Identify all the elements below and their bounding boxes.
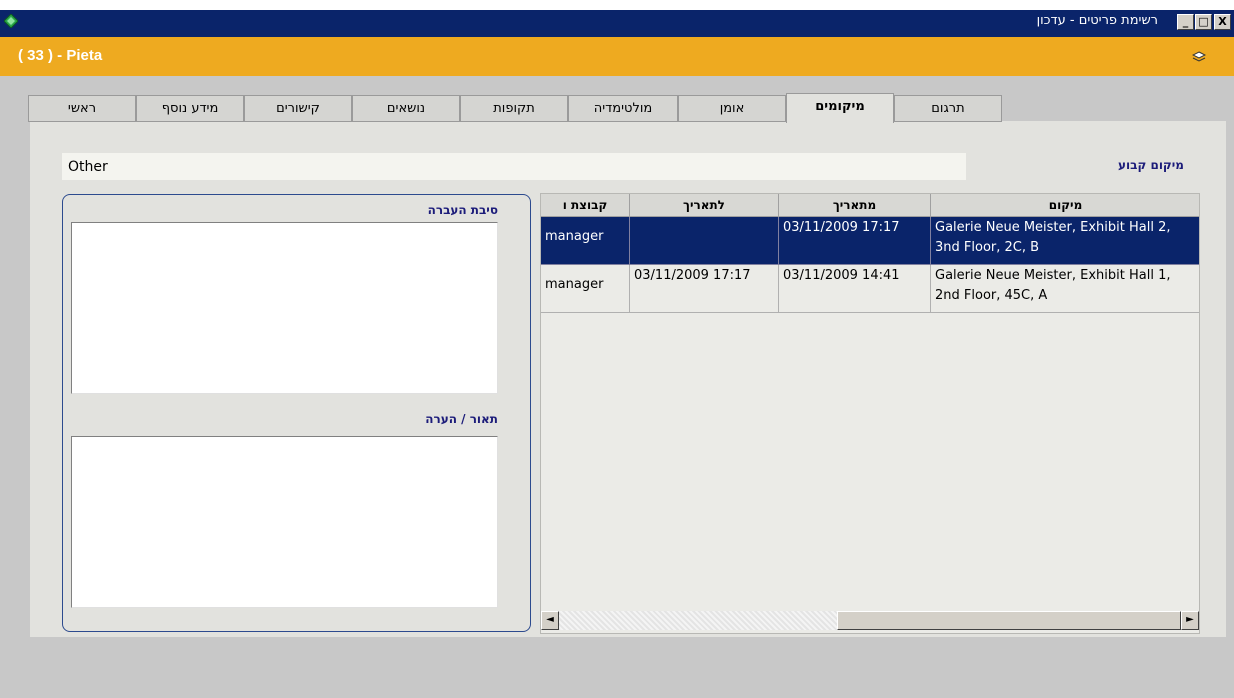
transfer-reason-label: סיבת העברה (427, 203, 498, 217)
table-row[interactable]: Galerie Neue Meister, Exhibit Hall 2, 3n… (541, 217, 1199, 265)
window-title: רשימת פריטים - עדכון (1036, 13, 1158, 28)
tab-links[interactable]: קישורים (244, 95, 352, 122)
cell-from-date: 03/11/2009 17:17 (779, 217, 931, 265)
tab-multimedia[interactable]: מולטימדיה (568, 95, 678, 122)
description-label: תאור / הערה (425, 412, 498, 426)
tab-locations[interactable]: מיקומים (786, 93, 894, 123)
cell-to-date: 03/11/2009 17:17 (630, 265, 779, 313)
tab-periods[interactable]: תקופות (460, 95, 568, 122)
column-header-location[interactable]: מיקום (931, 194, 1199, 217)
record-header: ( 33 ) - Pieta (0, 37, 1234, 76)
app-diamond-icon (4, 14, 18, 28)
cell-to-date (630, 217, 779, 265)
column-header-from-date[interactable]: מתאריך (779, 194, 931, 217)
layers-icon[interactable] (1192, 51, 1206, 63)
column-header-group[interactable]: קבוצת ו (541, 194, 630, 217)
scrollbar-thumb[interactable] (837, 611, 1181, 630)
tab-subjects[interactable]: נושאים (352, 95, 460, 122)
fixed-location-field[interactable] (62, 153, 966, 180)
tab-strip: ראשי מידע נוסף קישורים נושאים תקופות מול… (0, 83, 1234, 123)
tab-translation[interactable]: תרגום (894, 95, 1002, 122)
scroll-left-button[interactable]: ◄ (541, 611, 559, 630)
record-title: ( 33 ) - Pieta (18, 47, 103, 64)
application-window: רשימת פריטים - עדכון _ □ X ( 33 ) - Piet… (0, 10, 1234, 698)
table-row[interactable]: Galerie Neue Meister, Exhibit Hall 1, 2n… (541, 265, 1199, 313)
maximize-button[interactable]: □ (1195, 14, 1212, 30)
cell-group: manager (541, 265, 630, 313)
horizontal-scrollbar[interactable]: ◄ ► (541, 611, 1199, 630)
transfer-reason-textarea[interactable] (71, 222, 498, 394)
locations-grid: מיקום מתאריך לתאריך קבוצת ו Galerie Neue… (540, 193, 1200, 634)
cell-location: Galerie Neue Meister, Exhibit Hall 2, 3n… (931, 217, 1199, 265)
close-button[interactable]: X (1214, 14, 1231, 30)
minimize-button[interactable]: _ (1177, 14, 1194, 30)
description-textarea[interactable] (71, 436, 498, 608)
column-header-to-date[interactable]: לתאריך (630, 194, 779, 217)
transfer-details-panel: סיבת העברה תאור / הערה (62, 194, 531, 632)
tab-additional-info[interactable]: מידע נוסף (136, 95, 244, 122)
grid-header: מיקום מתאריך לתאריך קבוצת ו (541, 194, 1199, 217)
fixed-location-label: מיקום קבוע (1118, 158, 1184, 172)
cell-location: Galerie Neue Meister, Exhibit Hall 1, 2n… (931, 265, 1199, 313)
scroll-right-button[interactable]: ► (1181, 611, 1199, 630)
cell-from-date: 03/11/2009 14:41 (779, 265, 931, 313)
tab-artist[interactable]: אומן (678, 95, 786, 122)
title-bar: רשימת פריטים - עדכון _ □ X (0, 10, 1234, 37)
cell-group: manager (541, 217, 630, 265)
tab-main[interactable]: ראשי (28, 95, 136, 122)
